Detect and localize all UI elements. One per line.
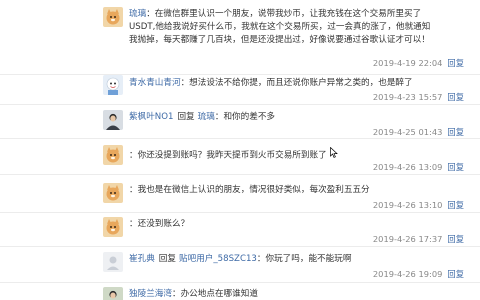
comment-text: ：你还没提到账吗？我昨天提币到火币交易所到账了 [129, 150, 327, 161]
comment-item: 琉璃：在微信群里认识一个朋友，说带我炒币，让我充钱在这个交易所里买了 USDT,… [0, 0, 480, 74]
reply-link[interactable]: 回复 [447, 127, 464, 137]
comment-text: 我抛掉，每天都赚了几百块，但是还没提出过，好像说要通过谷歌认证才可以！ [129, 35, 430, 45]
comment-text: ：想法设法不给你提，而且还说你账户异常之类的，也是醉了 [180, 78, 413, 88]
comment-user-link[interactable]: 青水青山青河 [129, 78, 181, 88]
comment-timestamp: 2019-4-25 01:43 [372, 127, 443, 137]
comment-meta: 2019-4-23 15:57 回复 [373, 91, 464, 103]
comment-text: USDT,他给我说好买什么币，我就在这个交易所买，过一会真的涨了，他就通知 [129, 22, 431, 32]
cat-avatar[interactable] [103, 7, 123, 27]
comment-meta: 2019-4-26 17:37 回复 [373, 233, 464, 245]
reply-link[interactable]: 回复 [447, 162, 464, 172]
person-avatar[interactable] [103, 110, 123, 130]
comment-item: 紫枫叶NO1 回复 琉璃：和你的差不多 2019-4-25 01:43 回复 [0, 104, 480, 138]
comment-meta: 2019-4-26 13:09 回复 [373, 161, 464, 173]
comment-text: ：我也是在微信上认识的朋友，情况很好类似，每次盈利五五分 [129, 185, 370, 195]
comment-timestamp: 2019-4-26 17:37 [372, 234, 443, 244]
comment-item: ：还没到账么？ 2019-4-26 17:37 回复 [0, 212, 480, 246]
comment-meta: 2019-4-26 13:10 回复 [373, 199, 464, 211]
comment-item: 崔孔典 回复 贴吧用户_58SZC13：你玩了吗，能不能玩啊 2019-4-26 1… [0, 246, 480, 282]
comment-thread: 琉璃：在微信群里认识一个朋友，说带我炒币，让我充钱在这个交易所里买了 USDT,… [0, 0, 480, 300]
comment-body: 崔孔典 回复 贴吧用户_58SZC13：你玩了吗，能不能玩啊 [129, 253, 464, 266]
cat-avatar[interactable] [103, 217, 123, 237]
comment-body: 紫枫叶NO1 回复 琉璃：和你的差不多 [129, 111, 464, 124]
comment-meta: 2019-4-19 22:04 回复 [373, 57, 464, 69]
comment-body: 青水青山青河：想法设法不给你提，而且还说你账户异常之类的，也是醉了 [129, 77, 464, 90]
cat-avatar[interactable] [103, 145, 123, 165]
comment-item: ：你还没提到账吗？我昨天提币到火币交易所到账了 2019-4-26 13:09 回… [0, 138, 480, 174]
comment-text: ：你玩了吗，能不能玩啊 [256, 254, 352, 264]
blank-avatar[interactable] [103, 252, 123, 272]
comment-timestamp: 2019-4-19 22:04 [372, 58, 443, 68]
reply-target-link[interactable]: 琉璃 [198, 112, 215, 122]
cat-avatar[interactable] [103, 183, 123, 203]
reply-link[interactable]: 回复 [447, 234, 464, 244]
comment-user-link[interactable]: 独陵兰海湾 [129, 289, 172, 299]
cartoon-avatar[interactable] [103, 75, 123, 95]
comment-user-link[interactable]: 崔孔典 [129, 254, 155, 264]
person-avatar[interactable] [103, 287, 123, 300]
comment-body: ：还没到账么？ [129, 218, 464, 231]
mouse-cursor-icon [329, 146, 338, 163]
reply-link[interactable]: 回复 [447, 58, 464, 68]
comment-timestamp: 2019-4-26 13:09 [372, 162, 443, 172]
comment-user-link[interactable]: 紫枫叶NO1 [129, 112, 173, 122]
comment-text: ：和你的差不多 [214, 112, 276, 122]
reply-link[interactable]: 回复 [447, 200, 464, 210]
comment-text: ：还没到账么？ [129, 219, 190, 229]
comment-timestamp: 2019-4-26 13:10 [372, 200, 443, 210]
comment-timestamp: 2019-4-23 15:57 [372, 92, 443, 102]
reply-link[interactable]: 回复 [447, 269, 464, 279]
comment-item: 青水青山青河：想法设法不给你提，而且还说你账户异常之类的，也是醉了 2019-4… [0, 74, 480, 104]
comment-text: ：办公地点在哪谁知道 [171, 289, 258, 299]
reply-prefix: 回复 [177, 112, 195, 122]
comment-timestamp: 2019-4-26 19:09 [372, 269, 443, 279]
reply-prefix: 回复 [158, 254, 176, 264]
comment-user-link[interactable]: 琉璃 [129, 9, 146, 19]
comment-meta: 2019-4-26 19:09 回复 [373, 268, 464, 280]
comment-meta: 2019-4-25 01:43 回复 [373, 126, 464, 138]
comment-item: 独陵兰海湾：办公地点在哪谁知道 [0, 282, 480, 300]
comment-body: ：我也是在微信上认识的朋友，情况很好类似，每次盈利五五分 [129, 184, 464, 197]
comment-body: 琉璃：在微信群里认识一个朋友，说带我炒币，让我充钱在这个交易所里买了 USDT,… [129, 8, 464, 47]
comment-body: 独陵兰海湾：办公地点在哪谁知道 [129, 288, 464, 300]
comment-text: ：在微信群里认识一个朋友，说带我炒币，让我充钱在这个交易所里买了 [146, 9, 422, 19]
reply-target-link[interactable]: 贴吧用户_58SZC13 [179, 254, 257, 264]
reply-link[interactable]: 回复 [447, 92, 464, 102]
comment-item: ：我也是在微信上认识的朋友，情况很好类似，每次盈利五五分 2019-4-26 1… [0, 174, 480, 212]
